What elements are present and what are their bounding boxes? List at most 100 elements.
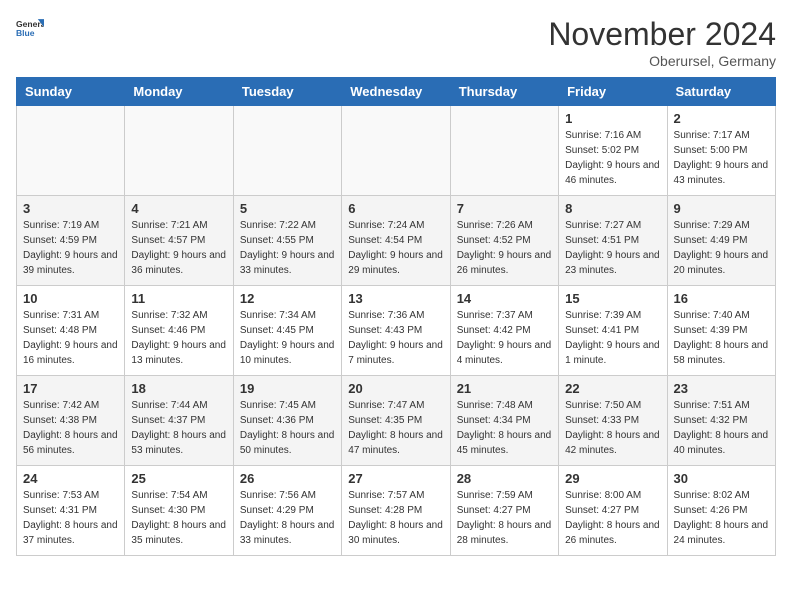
week-row-3: 10 Sunrise: 7:31 AM Sunset: 4:48 PM Dayli… — [17, 286, 776, 376]
day-number: 20 — [348, 381, 443, 396]
calendar-cell: 13 Sunrise: 7:36 AM Sunset: 4:43 PM Dayli… — [342, 286, 450, 376]
day-info: Sunrise: 7:26 AM Sunset: 4:52 PM Dayligh… — [457, 218, 552, 278]
calendar-cell: 18Sunrise: 7:44 AM Sunset: 4:37 PM Dayli… — [125, 376, 233, 466]
calendar-cell: 3 Sunrise: 7:19 AM Sunset: 4:59 PM Daylig… — [17, 196, 125, 286]
calendar-cell: 17Sunrise: 7:42 AM Sunset: 4:38 PM Dayli… — [17, 376, 125, 466]
weekday-header-friday: Friday — [559, 78, 667, 106]
day-number: 1 — [565, 111, 660, 126]
day-number: 21 — [457, 381, 552, 396]
svg-text:Blue: Blue — [16, 28, 35, 38]
day-number: 2 — [674, 111, 769, 126]
day-number: 26 — [240, 471, 335, 486]
day-number: 13 — [348, 291, 443, 306]
day-number: 9 — [674, 201, 769, 216]
day-info: Sunrise: 7:37 AM Sunset: 4:42 PM Dayligh… — [457, 308, 552, 368]
calendar-cell: 28Sunrise: 7:59 AM Sunset: 4:27 PM Dayli… — [450, 466, 558, 556]
logo-icon: General Blue — [16, 16, 44, 44]
calendar-cell: 16Sunrise: 7:40 AM Sunset: 4:39 PM Dayli… — [667, 286, 775, 376]
day-number: 5 — [240, 201, 335, 216]
subtitle: Oberursel, Germany — [548, 53, 776, 69]
day-info: Sunrise: 7:36 AM Sunset: 4:43 PM Dayligh… — [348, 308, 443, 368]
calendar-cell: 11 Sunrise: 7:32 AM Sunset: 4:46 PM Dayli… — [125, 286, 233, 376]
calendar-cell: 5 Sunrise: 7:22 AM Sunset: 4:55 PM Daylig… — [233, 196, 341, 286]
calendar-cell: 6 Sunrise: 7:24 AM Sunset: 4:54 PM Daylig… — [342, 196, 450, 286]
calendar-cell: 7 Sunrise: 7:26 AM Sunset: 4:52 PM Daylig… — [450, 196, 558, 286]
weekday-header-row: SundayMondayTuesdayWednesdayThursdayFrid… — [17, 78, 776, 106]
day-info: Sunrise: 7:19 AM Sunset: 4:59 PM Dayligh… — [23, 218, 118, 278]
day-info: Sunrise: 7:32 AM Sunset: 4:46 PM Dayligh… — [131, 308, 226, 368]
month-title: November 2024 — [548, 16, 776, 53]
calendar-cell — [17, 106, 125, 196]
calendar-cell — [233, 106, 341, 196]
day-number: 16 — [674, 291, 769, 306]
calendar-cell: 14 Sunrise: 7:37 AM Sunset: 4:42 PM Dayli… — [450, 286, 558, 376]
day-number: 15 — [565, 291, 660, 306]
day-number: 25 — [131, 471, 226, 486]
calendar-cell: 2 Sunrise: 7:17 AM Sunset: 5:00 PM Daylig… — [667, 106, 775, 196]
day-number: 10 — [23, 291, 118, 306]
day-number: 11 — [131, 291, 226, 306]
calendar-cell: 4Sunrise: 7:21 AM Sunset: 4:57 PM Daylig… — [125, 196, 233, 286]
day-number: 30 — [674, 471, 769, 486]
day-number: 3 — [23, 201, 118, 216]
calendar-cell — [125, 106, 233, 196]
day-info: Sunrise: 7:54 AM Sunset: 4:30 PM Dayligh… — [131, 488, 226, 548]
calendar-cell: 10 Sunrise: 7:31 AM Sunset: 4:48 PM Dayli… — [17, 286, 125, 376]
calendar-cell: 23 Sunrise: 7:51 AM Sunset: 4:32 PM Dayli… — [667, 376, 775, 466]
day-info: Sunrise: 7:39 AM Sunset: 4:41 PM Dayligh… — [565, 308, 660, 368]
weekday-header-saturday: Saturday — [667, 78, 775, 106]
day-info: Sunrise: 7:22 AM Sunset: 4:55 PM Dayligh… — [240, 218, 335, 278]
weekday-header-sunday: Sunday — [17, 78, 125, 106]
day-number: 24 — [23, 471, 118, 486]
day-number: 23 — [674, 381, 769, 396]
day-number: 27 — [348, 471, 443, 486]
day-number: 6 — [348, 201, 443, 216]
calendar-cell: 22 Sunrise: 7:50 AM Sunset: 4:33 PM Dayli… — [559, 376, 667, 466]
day-number: 19 — [240, 381, 335, 396]
day-info: Sunrise: 7:57 AM Sunset: 4:28 PM Dayligh… — [348, 488, 443, 548]
day-info: Sunrise: 7:53 AM Sunset: 4:31 PM Dayligh… — [23, 488, 118, 548]
calendar-cell: 26 Sunrise: 7:56 AM Sunset: 4:29 PM Dayli… — [233, 466, 341, 556]
day-info: Sunrise: 7:50 AM Sunset: 4:33 PM Dayligh… — [565, 398, 660, 458]
day-info: Sunrise: 7:29 AM Sunset: 4:49 PM Dayligh… — [674, 218, 769, 278]
day-info: Sunrise: 7:24 AM Sunset: 4:54 PM Dayligh… — [348, 218, 443, 278]
calendar-cell: 8 Sunrise: 7:27 AM Sunset: 4:51 PM Daylig… — [559, 196, 667, 286]
calendar-cell: 12Sunrise: 7:34 AM Sunset: 4:45 PM Dayli… — [233, 286, 341, 376]
week-row-2: 3 Sunrise: 7:19 AM Sunset: 4:59 PM Daylig… — [17, 196, 776, 286]
day-number: 7 — [457, 201, 552, 216]
day-info: Sunrise: 7:31 AM Sunset: 4:48 PM Dayligh… — [23, 308, 118, 368]
day-info: Sunrise: 7:27 AM Sunset: 4:51 PM Dayligh… — [565, 218, 660, 278]
calendar-table: SundayMondayTuesdayWednesdayThursdayFrid… — [16, 77, 776, 556]
header: General Blue November 2024 Oberursel, Ge… — [16, 16, 776, 69]
day-number: 22 — [565, 381, 660, 396]
day-info: Sunrise: 7:47 AM Sunset: 4:35 PM Dayligh… — [348, 398, 443, 458]
calendar-cell — [450, 106, 558, 196]
day-number: 14 — [457, 291, 552, 306]
day-number: 29 — [565, 471, 660, 486]
calendar-cell: 25 Sunrise: 7:54 AM Sunset: 4:30 PM Dayli… — [125, 466, 233, 556]
calendar-cell: 9 Sunrise: 7:29 AM Sunset: 4:49 PM Daylig… — [667, 196, 775, 286]
calendar-cell: 21 Sunrise: 7:48 AM Sunset: 4:34 PM Dayli… — [450, 376, 558, 466]
calendar-cell: 19Sunrise: 7:45 AM Sunset: 4:36 PM Dayli… — [233, 376, 341, 466]
day-info: Sunrise: 7:59 AM Sunset: 4:27 PM Dayligh… — [457, 488, 552, 548]
logo: General Blue — [16, 16, 44, 44]
week-row-1: 1 Sunrise: 7:16 AM Sunset: 5:02 PM Daylig… — [17, 106, 776, 196]
calendar-cell: 20 Sunrise: 7:47 AM Sunset: 4:35 PM Dayli… — [342, 376, 450, 466]
weekday-header-monday: Monday — [125, 78, 233, 106]
day-info: Sunrise: 7:48 AM Sunset: 4:34 PM Dayligh… — [457, 398, 552, 458]
day-info: Sunrise: 8:00 AM Sunset: 4:27 PM Dayligh… — [565, 488, 660, 548]
day-info: Sunrise: 7:17 AM Sunset: 5:00 PM Dayligh… — [674, 128, 769, 188]
calendar-cell — [342, 106, 450, 196]
day-number: 12 — [240, 291, 335, 306]
day-number: 18 — [131, 381, 226, 396]
day-info: Sunrise: 7:16 AM Sunset: 5:02 PM Dayligh… — [565, 128, 660, 188]
week-row-5: 24 Sunrise: 7:53 AM Sunset: 4:31 PM Dayli… — [17, 466, 776, 556]
week-row-4: 17Sunrise: 7:42 AM Sunset: 4:38 PM Dayli… — [17, 376, 776, 466]
calendar-cell: 15 Sunrise: 7:39 AM Sunset: 4:41 PM Dayli… — [559, 286, 667, 376]
calendar-cell: 24 Sunrise: 7:53 AM Sunset: 4:31 PM Dayli… — [17, 466, 125, 556]
weekday-header-thursday: Thursday — [450, 78, 558, 106]
day-info: Sunrise: 7:51 AM Sunset: 4:32 PM Dayligh… — [674, 398, 769, 458]
calendar-cell: 30Sunrise: 8:02 AM Sunset: 4:26 PM Dayli… — [667, 466, 775, 556]
day-number: 8 — [565, 201, 660, 216]
day-info: Sunrise: 7:56 AM Sunset: 4:29 PM Dayligh… — [240, 488, 335, 548]
